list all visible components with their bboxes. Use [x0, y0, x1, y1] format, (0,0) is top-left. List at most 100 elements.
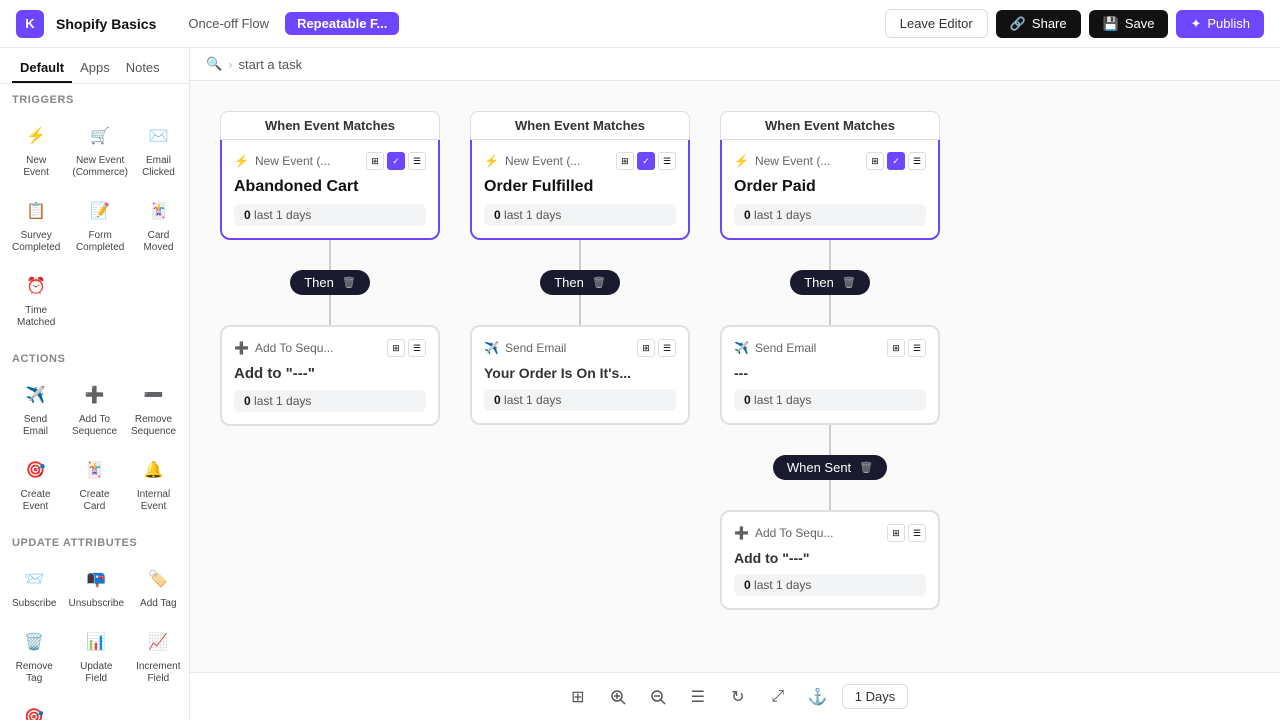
col2-edit-btn[interactable]: ✓ [637, 152, 655, 170]
sidebar-item-subscribe[interactable]: 📨 Subscribe [8, 557, 60, 616]
col3-then-label[interactable]: Then 🗑 [790, 270, 870, 295]
sidebar-item-increment-field[interactable]: 📈 IncrementField [132, 620, 184, 691]
col3-when-sent-label[interactable]: When Sent 🗑 [773, 455, 887, 480]
col1-connector-bottom [329, 295, 331, 325]
sidebar-nav-notes[interactable]: Notes [118, 56, 168, 83]
sidebar-item-unsubscribe[interactable]: 📭 Unsubscribe [64, 557, 128, 616]
sidebar-item-mark-goal[interactable]: 🎯 MarkGoal [8, 695, 60, 720]
sidebar-item-new-event-commerce[interactable]: 🛒 New Event(Commerce) [68, 114, 132, 185]
sidebar-item-add-tag[interactable]: 🏷️ Add Tag [132, 557, 184, 616]
search-icon[interactable]: 🔍 [206, 56, 222, 72]
col2-connector-bottom [579, 295, 581, 325]
sidebar-item-add-to-sequence[interactable]: ➕ Add ToSequence [67, 373, 122, 444]
list-view-button[interactable]: ☰ [682, 681, 714, 713]
sidebar-item-send-email[interactable]: ✈️ SendEmail [8, 373, 63, 444]
sidebar-item-create-card[interactable]: 🃏 CreateCard [67, 448, 122, 519]
col3-action-body: --- [734, 365, 926, 381]
sidebar-item-remove-tag[interactable]: 🗑️ RemoveTag [8, 620, 60, 691]
col3-action-menu-btn[interactable]: ☰ [908, 339, 926, 357]
col1-trigger-event-name: Abandoned Cart [234, 178, 426, 196]
col1-then-label[interactable]: Then 🗑 [290, 270, 370, 295]
mark-goal-icon: 🎯 [18, 701, 50, 720]
zoom-out-button[interactable] [642, 681, 674, 713]
col2-action-menu-btn[interactable]: ☰ [658, 339, 676, 357]
leave-editor-button[interactable]: Leave Editor [885, 9, 988, 38]
main-area: Default Apps Notes Triggers ⚡ NewEvent 🛒… [0, 48, 1280, 720]
col3-action-copy-btn[interactable]: ⊞ [887, 339, 905, 357]
connect-button[interactable]: ⤢ [762, 681, 794, 713]
sidebar-item-survey-completed[interactable]: 📋 SurveyCompleted [8, 189, 64, 260]
save-button[interactable]: 💾 Save [1089, 10, 1169, 38]
col3-final-copy-btn[interactable]: ⊞ [887, 524, 905, 542]
breadcrumb-current: start a task [239, 57, 303, 72]
col2-menu-btn[interactable]: ☰ [658, 152, 676, 170]
anchor-button[interactable]: ⚓ [802, 681, 834, 713]
col2-action-card[interactable]: ✈️ Send Email ⊞ ☰ Your Order Is On It's.… [470, 325, 690, 425]
col2-action-body: Your Order Is On It's... [484, 365, 676, 381]
sidebar-item-card-moved[interactable]: 🃏 CardMoved [136, 189, 181, 260]
col1-action-card[interactable]: ➕ Add To Sequ... ⊞ ☰ Add to "---" 0 l [220, 325, 440, 426]
col1-action-icon: ➕ [234, 341, 249, 355]
col3-copy-btn[interactable]: ⊞ [866, 152, 884, 170]
tab-once-off[interactable]: Once-off Flow [176, 12, 281, 35]
sidebar-nav-default[interactable]: Default [12, 56, 72, 83]
col3-trigger-title: New Event (... [755, 154, 860, 168]
col3-trigger-stat: 0 last 1 days [734, 204, 926, 226]
app-logo: K [16, 10, 44, 38]
flow-canvas[interactable]: When Event Matches ⚡ New Event (... ⊞ ✓ … [190, 81, 1280, 672]
sidebar-item-form-completed[interactable]: 📝 FormCompleted [68, 189, 132, 260]
col1-when-event-header: When Event Matches [220, 111, 440, 140]
sidebar-item-email-clicked[interactable]: ✉️ EmailClicked [136, 114, 181, 185]
sidebar-item-internal-event[interactable]: 🔔 InternalEvent [126, 448, 181, 519]
col3-edit-btn[interactable]: ✓ [887, 152, 905, 170]
flow-tabs: Once-off Flow Repeatable F... [176, 12, 399, 35]
topbar-actions: Leave Editor 🔗 Share 💾 Save ✦ Publish [885, 9, 1264, 38]
col1-trigger-icon: ⚡ [234, 154, 249, 168]
sidebar-nav-apps[interactable]: Apps [72, 56, 118, 83]
col1-trigger-card[interactable]: ⚡ New Event (... ⊞ ✓ ☰ Abandoned Cart [220, 140, 440, 240]
col2-action-copy-btn[interactable]: ⊞ [637, 339, 655, 357]
save-icon: 💾 [1103, 16, 1119, 32]
col3-final-body: Add to "---" [734, 550, 926, 566]
col1-edit-btn[interactable]: ✓ [387, 152, 405, 170]
sidebar-item-update-field[interactable]: 📊 UpdateField [64, 620, 128, 691]
col3-final-title: Add To Sequ... [755, 526, 881, 540]
sidebar-item-time-matched[interactable]: ⏰ TimeMatched [8, 264, 64, 335]
col2-trigger-card[interactable]: ⚡ New Event (... ⊞ ✓ ☰ Order Fulfilled [470, 140, 690, 240]
col3-final-stat: 0 last 1 days [734, 574, 926, 596]
col2-copy-btn[interactable]: ⊞ [616, 152, 634, 170]
actions-section-title: Actions [0, 343, 189, 369]
rotate-button[interactable]: ↻ [722, 681, 754, 713]
sidebar-nav: Default Apps Notes [0, 48, 189, 84]
publish-button[interactable]: ✦ Publish [1176, 10, 1264, 38]
col3-action-card[interactable]: ✈️ Send Email ⊞ ☰ --- 0 last 1 days [720, 325, 940, 425]
breadcrumb-separator: › [228, 57, 232, 72]
share-button[interactable]: 🔗 Share [996, 10, 1081, 38]
grid-view-button[interactable]: ⊞ [562, 681, 594, 713]
col3-final-menu-btn[interactable]: ☰ [908, 524, 926, 542]
sidebar-item-create-event[interactable]: 🎯 CreateEvent [8, 448, 63, 519]
col3-menu-btn[interactable]: ☰ [908, 152, 926, 170]
survey-completed-icon: 📋 [20, 195, 52, 227]
col3-final-icon: ➕ [734, 526, 749, 540]
col1-trash-icon: 🗑 [342, 276, 356, 289]
sidebar-item-new-event[interactable]: ⚡ NewEvent [8, 114, 64, 185]
col2-trigger-icon: ⚡ [484, 154, 499, 168]
col3-trigger-card[interactable]: ⚡ New Event (... ⊞ ✓ ☰ Order Paid 0 [720, 140, 940, 240]
col2-then-label[interactable]: Then 🗑 [540, 270, 620, 295]
sidebar-item-remove-sequence[interactable]: ➖ RemoveSequence [126, 373, 181, 444]
col3-final-card[interactable]: ➕ Add To Sequ... ⊞ ☰ Add to "---" 0 l [720, 510, 940, 610]
update-attributes-section-title: Update Attributes [0, 527, 189, 553]
bottom-toolbar: ⊞ ☰ ↻ ⤢ ⚓ 1 Days [190, 672, 1280, 720]
col1-action-copy-btn[interactable]: ⊞ [387, 339, 405, 357]
col3-trigger-event-name: Order Paid [734, 178, 926, 196]
col1-action-body: Add to "---" [234, 365, 426, 382]
col1-copy-btn[interactable]: ⊞ [366, 152, 384, 170]
col1-trigger-stat: 0 last 1 days [234, 204, 426, 226]
card-moved-icon: 🃏 [142, 195, 174, 227]
col1-menu-btn[interactable]: ☰ [408, 152, 426, 170]
col1-action-menu-btn[interactable]: ☰ [408, 339, 426, 357]
zoom-in-button[interactable] [602, 681, 634, 713]
timeframe-button[interactable]: 1 Days [842, 684, 908, 709]
tab-repeatable[interactable]: Repeatable F... [285, 12, 399, 35]
